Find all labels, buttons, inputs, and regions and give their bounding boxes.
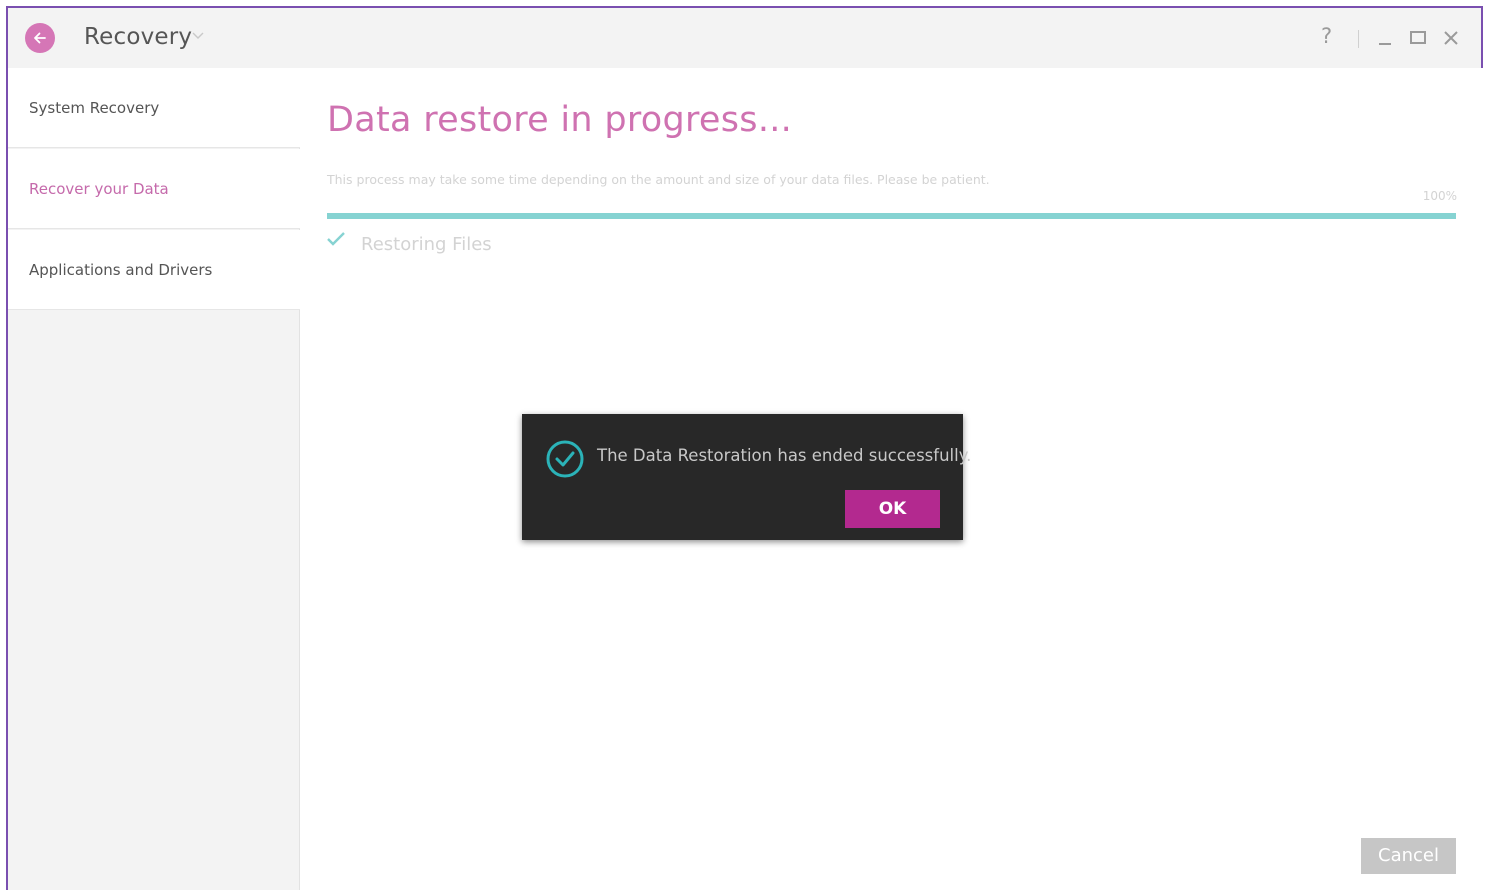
sidebar-item-system-recovery[interactable]: System Recovery — [8, 68, 300, 148]
close-icon[interactable] — [1441, 28, 1461, 48]
cancel-button[interactable]: Cancel — [1361, 838, 1456, 874]
step-label: Restoring Files — [361, 234, 492, 255]
sidebar-item-label: System Recovery — [29, 99, 160, 117]
sidebar: System Recovery Recover your Data Applic… — [8, 68, 300, 890]
progress-bar — [327, 213, 1456, 219]
sidebar-item-applications-and-drivers[interactable]: Applications and Drivers — [8, 230, 300, 310]
description-text: This process may take some time dependin… — [327, 172, 990, 187]
minimize-icon[interactable] — [1376, 30, 1396, 50]
success-check-circle-icon — [546, 440, 584, 478]
progress-fill — [327, 213, 1456, 219]
back-button[interactable] — [25, 23, 55, 53]
app-title: Recovery — [84, 24, 193, 50]
titlebar-divider — [1358, 30, 1359, 48]
sidebar-item-label: Recover your Data — [29, 180, 169, 198]
back-arrow-icon — [34, 32, 46, 44]
ok-button[interactable]: OK — [845, 490, 940, 528]
title-bar: Recovery ? — [8, 8, 1481, 68]
sidebar-item-label: Applications and Drivers — [29, 261, 213, 279]
checkmark-icon — [327, 232, 345, 246]
help-button[interactable]: ? — [1321, 24, 1332, 48]
page-title: Data restore in progress... — [327, 100, 793, 140]
maximize-icon[interactable] — [1408, 28, 1428, 48]
success-dialog: The Data Restoration has ended successfu… — [522, 414, 971, 540]
sidebar-item-recover-your-data[interactable]: Recover your Data — [8, 149, 300, 229]
progress-percent: 100% — [1422, 189, 1457, 203]
chevron-down-icon[interactable] — [192, 32, 204, 40]
dialog-message: The Data Restoration has ended successfu… — [597, 446, 972, 465]
